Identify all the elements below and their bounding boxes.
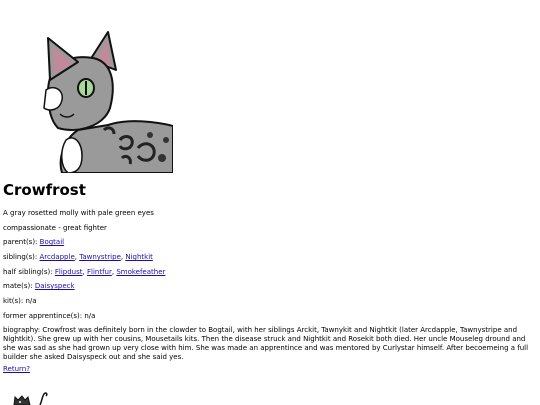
mates-row: mate(s): Daisyspeck [3,282,535,291]
siblings-row: sibling(s): Arcdapple, Tawnystripe, Nigh… [3,253,153,261]
parent-link-bogtail[interactable]: Bogtail [40,238,64,246]
half-sibling-link-flipdust[interactable]: Flipdust [55,268,83,276]
siblings-label: sibling(s): [3,253,38,261]
half-sibling-link-smokefeather[interactable]: Smokefeather [116,268,165,276]
former-apprentices-label: former apprentince(s): [3,312,83,320]
sibling-link-nightkit[interactable]: Nightkit [125,253,153,261]
kits-row: kit(s): n/a [3,297,535,306]
cat-thumbnail-image [13,392,48,405]
description-text: A gray rosetted molly with pale green ey… [3,209,154,217]
mate-link-daisyspeck[interactable]: Daisyspeck [35,282,75,290]
kits-label: kit(s): [3,297,24,305]
former-apprentices-row: former apprentince(s): n/a [3,312,535,321]
kits-value: n/a [25,297,37,305]
return-row: Return? [3,365,535,374]
traits-text: compassionate - great fighter [3,224,107,232]
cat-name-heading: Crowfrost [3,181,86,199]
parents-row: parent(s): Bogtail [3,238,535,247]
former-apprentices-value: n/a [84,312,96,320]
sibling-link-arcdapple[interactable]: Arcdapple [40,253,75,261]
half-siblings-label: half sibling(s): [3,268,53,276]
biography-text: biography: Crowfrost was definitely born… [3,326,529,361]
mates-label: mate(s): [3,282,33,290]
sibling-link-tawnystripe[interactable]: Tawnystripe [79,253,121,261]
return-link[interactable]: Return? [3,365,30,373]
half-sibling-link-flintfur[interactable]: Flintfur [87,268,112,276]
cat-portrait-image [43,31,173,173]
half-siblings-row: half sibling(s): Flipdust, Flintfur, Smo… [3,268,166,276]
parents-label: parent(s): [3,238,38,246]
